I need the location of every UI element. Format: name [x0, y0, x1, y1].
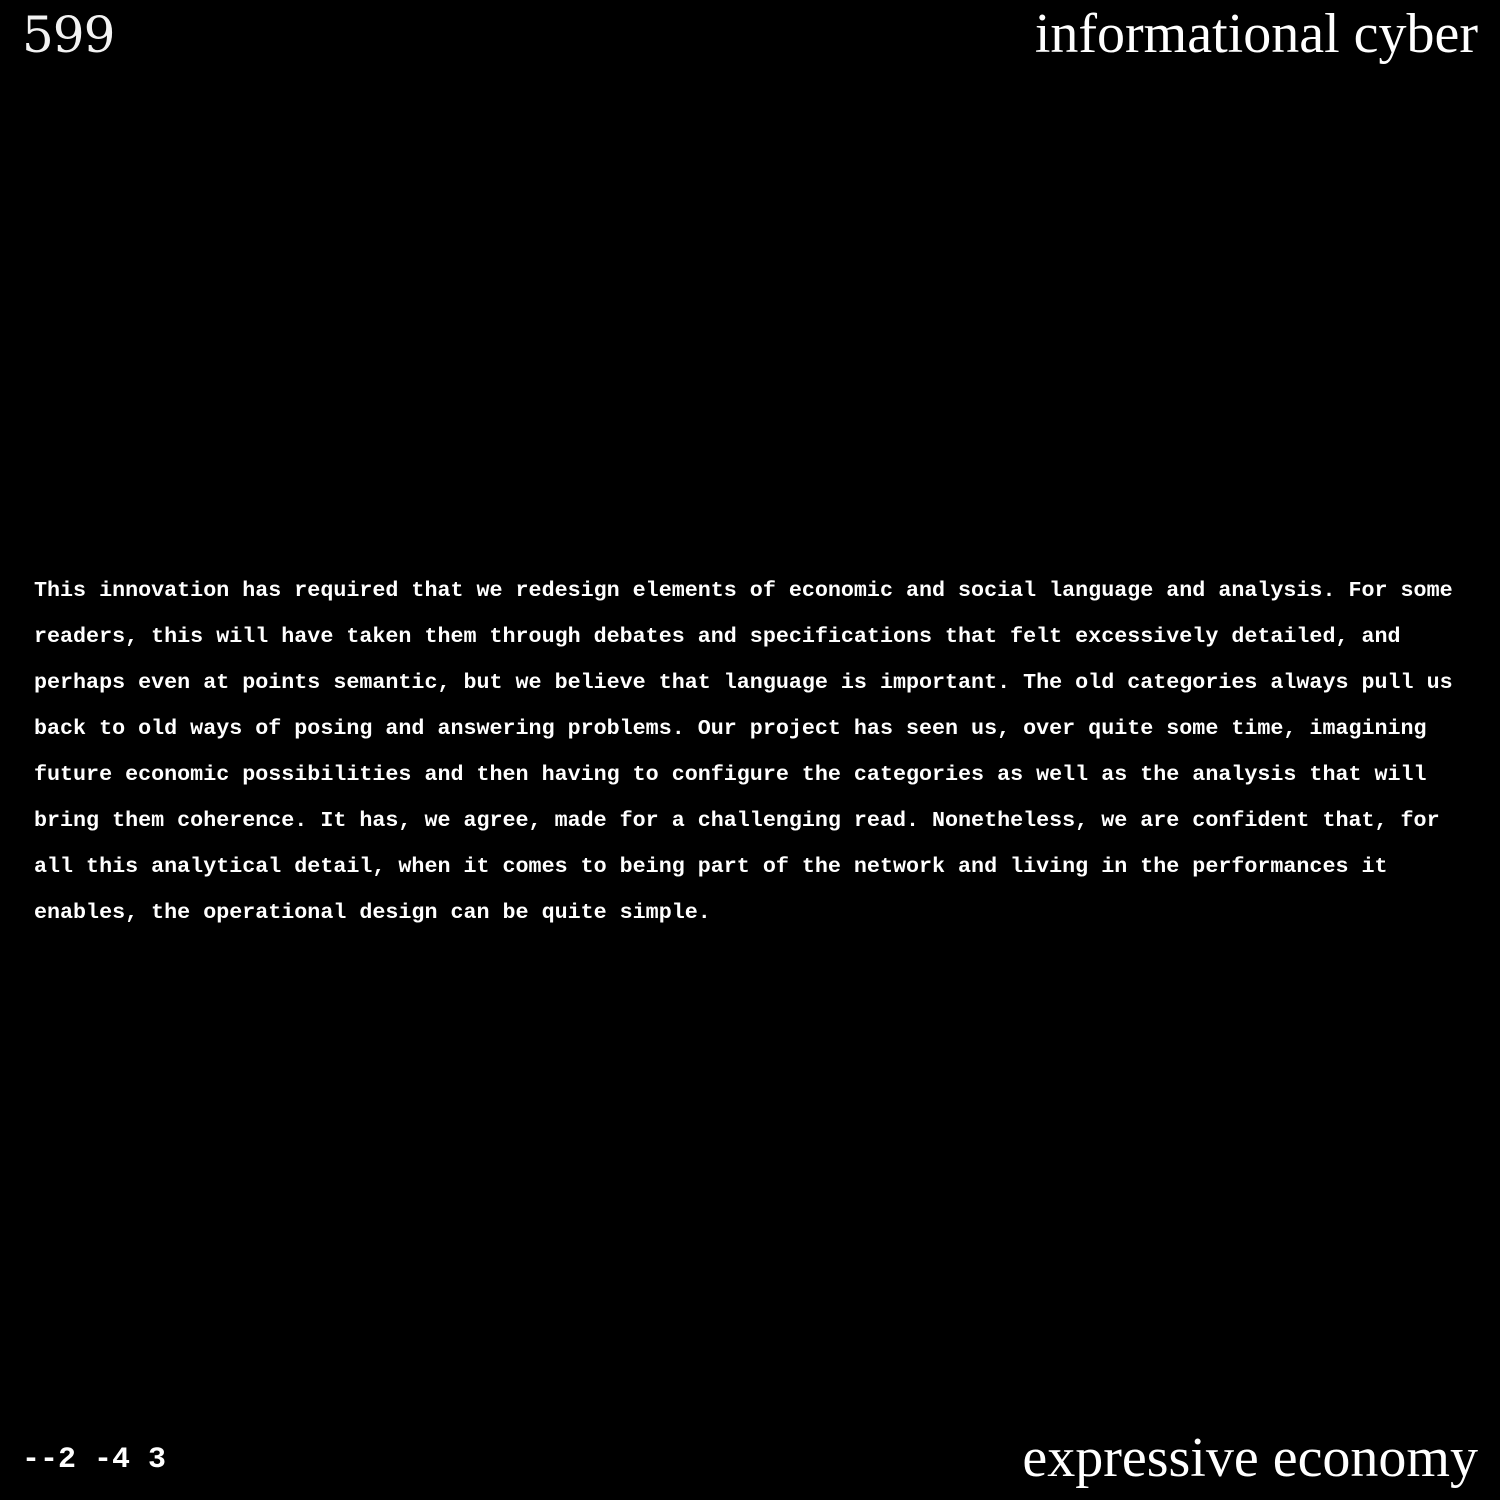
footer-title: expressive economy — [1022, 1427, 1478, 1489]
header-title: informational cyber — [1034, 3, 1478, 65]
page-number: 599 — [22, 6, 115, 64]
footer-code: --2 -4 3 — [22, 1443, 167, 1477]
body-paragraph: This innovation has required that we red… — [34, 578, 1453, 925]
